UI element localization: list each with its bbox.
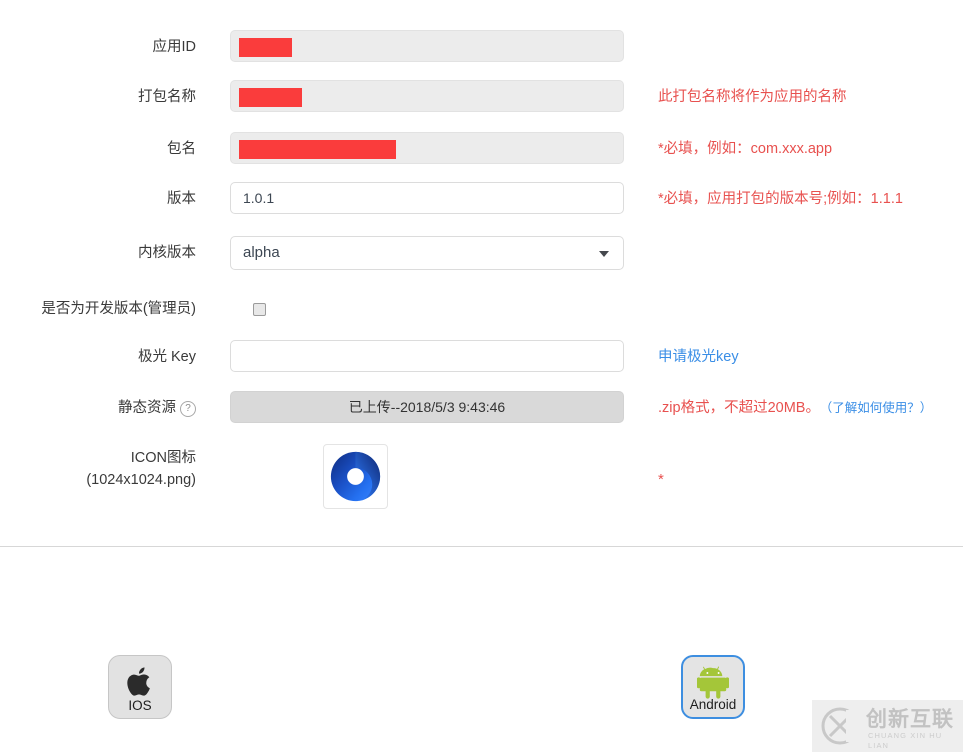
android-icon xyxy=(683,664,743,700)
apple-icon xyxy=(109,663,171,699)
chevron-down-icon xyxy=(599,251,609,257)
redaction-bar xyxy=(239,140,396,159)
package-name-input[interactable] xyxy=(230,132,624,164)
redaction-bar xyxy=(239,38,292,57)
required-asterisk-app-icon: * xyxy=(658,471,664,488)
form-row-static-resource: 静态资源? 已上传--2018/5/3 9:43:46 .zip格式，不超过20… xyxy=(0,391,963,425)
platform-button-ios[interactable]: IOS xyxy=(108,655,172,719)
watermark: 创新互联 CHUANG XIN HU LIAN xyxy=(812,700,963,752)
app-id-input[interactable] xyxy=(230,30,624,62)
static-resource-upload-button[interactable]: 已上传--2018/5/3 9:43:46 xyxy=(230,391,624,423)
watermark-logo-icon xyxy=(821,707,860,745)
apply-jpush-key-link[interactable]: 申请极光key xyxy=(658,340,739,374)
app-icon-upload[interactable] xyxy=(323,444,388,509)
package-title-input[interactable] xyxy=(230,80,624,112)
label-kernel-version: 内核版本 xyxy=(138,245,196,261)
platform-label-android: Android xyxy=(689,697,737,712)
label-static-resource-text: 静态资源 xyxy=(118,400,176,416)
hint-package-name: *必填，例如：com.xxx.app xyxy=(658,141,833,157)
section-divider xyxy=(0,546,963,547)
label-version: 版本 xyxy=(167,191,196,207)
hint-static-resource-text: .zip格式，不超过20MB。 xyxy=(658,400,820,416)
app-logo-icon xyxy=(330,451,381,502)
hint-version: *必填，应用打包的版本号;例如：1.1.1 xyxy=(658,191,903,207)
watermark-subtitle: CHUANG XIN HU LIAN xyxy=(868,731,943,750)
label-dev-build: 是否为开发版本(管理员) xyxy=(41,301,196,317)
help-icon[interactable]: ? xyxy=(180,401,196,417)
jpush-key-input[interactable] xyxy=(230,340,624,372)
label-app-icon: ICON图标 (1024x1024.png) xyxy=(0,447,196,491)
form-row-jpush-key: 极光 Key 申请极光key xyxy=(0,340,963,374)
package-config-form: 应用ID 打包名称 此打包名称将作为应用的名称 包名 *必填，例如：com.xx… xyxy=(0,0,963,546)
label-jpush-key: 极光 Key xyxy=(137,349,196,365)
kernel-version-value: alpha xyxy=(243,244,280,261)
form-row-app-icon: ICON图标 (1024x1024.png) * xyxy=(0,450,963,511)
how-to-use-link[interactable]: （了解如何使用？） xyxy=(826,401,932,415)
form-row-kernel-version: 内核版本 alpha xyxy=(0,236,963,270)
form-row-version: 版本 1.0.1 *必填，应用打包的版本号;例如：1.1.1 xyxy=(0,182,963,216)
dev-build-checkbox[interactable] xyxy=(253,303,266,316)
label-app-icon-line2: (1024x1024.png) xyxy=(86,472,196,488)
platform-label-ios: IOS xyxy=(128,698,152,713)
redaction-bar xyxy=(239,88,302,107)
watermark-title: 创新互联 xyxy=(866,708,954,731)
label-app-id: 应用ID xyxy=(152,39,197,55)
label-package-name: 包名 xyxy=(167,141,196,157)
kernel-version-select[interactable]: alpha xyxy=(230,236,624,270)
label-static-resource: 静态资源? xyxy=(0,391,196,425)
hint-static-resource: .zip格式，不超过20MB。 （了解如何使用？） xyxy=(658,391,932,425)
platform-button-android[interactable]: Android xyxy=(681,655,745,719)
form-row-package-title: 打包名称 此打包名称将作为应用的名称 xyxy=(0,80,963,114)
version-input[interactable]: 1.0.1 xyxy=(230,182,624,214)
label-package-title: 打包名称 xyxy=(138,89,196,105)
form-row-app-id: 应用ID xyxy=(0,30,963,64)
label-app-icon-line1: ICON图标 xyxy=(130,450,196,466)
hint-package-title: 此打包名称将作为应用的名称 xyxy=(658,89,847,105)
form-row-dev-build: 是否为开发版本(管理员) xyxy=(0,292,963,326)
form-row-package-name: 包名 *必填，例如：com.xxx.app xyxy=(0,132,963,166)
